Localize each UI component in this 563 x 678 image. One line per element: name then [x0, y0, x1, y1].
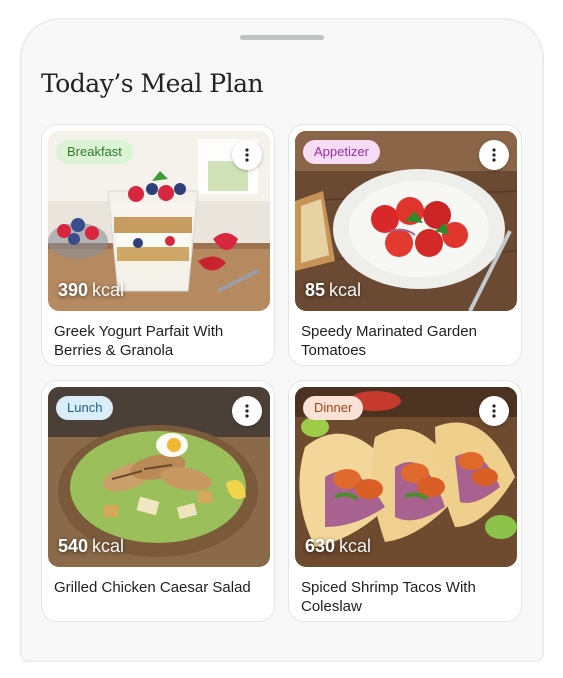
calorie-count: 540 kcal [58, 536, 125, 556]
meal-card-lunch[interactable]: Lunch 540 kcal Grilled Chicken Caesar Sal… [41, 380, 275, 622]
meal-card-breakfast[interactable]: Breakfast 390 kcal Greek Yogurt Parfait W… [41, 124, 275, 366]
meal-image: Lunch 540 kcal [48, 387, 270, 567]
meal-name: Greek Yogurt Parfait With Berries & Gran… [54, 323, 224, 359]
meal-card-appetizer[interactable]: Appetizer 85 kcal Speedy Marinated Garden… [288, 124, 522, 366]
meal-name: Speedy Marinated Garden Tomatoes [301, 323, 477, 359]
more-vertical-icon[interactable] [232, 140, 262, 170]
category-badge: Dinner [303, 396, 364, 420]
category-badge: Breakfast [56, 140, 133, 164]
calorie-count: 85 kcal [305, 280, 362, 300]
category-badge: Appetizer [303, 140, 380, 164]
calorie-count: 390 kcal [58, 280, 125, 300]
meal-image: Appetizer 85 kcal [295, 131, 517, 311]
meal-name: Grilled Chicken Caesar Salad [54, 579, 251, 596]
page-title: Today’s Meal Plan [41, 69, 264, 98]
phone-frame: Today’s Meal Plan Breakfast 390 kcal Gre… [20, 18, 544, 662]
more-vertical-icon[interactable] [479, 396, 509, 426]
calorie-count: 630 kcal [305, 536, 372, 556]
drag-handle[interactable] [240, 35, 324, 40]
more-vertical-icon[interactable] [479, 140, 509, 170]
category-badge: Lunch [56, 396, 114, 420]
meal-image: Dinner 630 kcal [295, 387, 517, 567]
meal-card-dinner[interactable]: Dinner 630 kcal Spiced Shrimp Tacos With … [288, 380, 522, 622]
more-vertical-icon[interactable] [232, 396, 262, 426]
meal-name: Spiced Shrimp Tacos With Coleslaw [301, 579, 476, 615]
meal-image: Breakfast 390 kcal [48, 131, 270, 311]
